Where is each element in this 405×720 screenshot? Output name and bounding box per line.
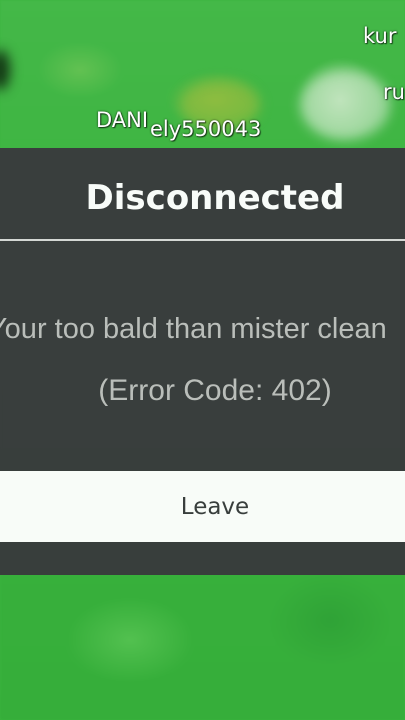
- disconnected-dialog: Disconnected Your too bald than mister c…: [0, 148, 405, 575]
- player-nametag: DANI: [96, 108, 149, 132]
- error-code: (Error Code: 402): [98, 374, 332, 407]
- kick-message: Your too bald than mister clean: [0, 313, 387, 345]
- leave-button[interactable]: Leave: [0, 471, 405, 542]
- game-object-blur: [300, 70, 390, 140]
- player-nametag: ru: [383, 80, 405, 104]
- player-nametag: kur: [363, 24, 397, 48]
- dialog-title: Disconnected: [85, 178, 345, 218]
- player-nametag: ely550043: [150, 117, 262, 141]
- dialog-divider: [0, 239, 405, 241]
